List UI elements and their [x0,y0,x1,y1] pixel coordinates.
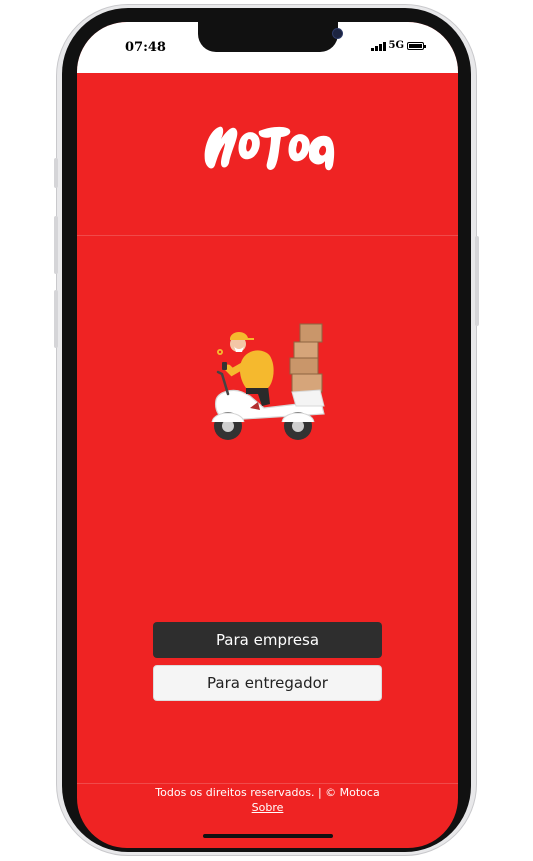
power-button [475,236,479,326]
status-time: 07:48 [125,40,166,55]
status-icons: 5G [370,40,426,51]
volume-up-button [54,216,58,274]
mute-switch [54,158,58,188]
home-indicator[interactable] [203,834,333,838]
network-label: 5G [388,40,405,51]
app-screen: 07:48 5G Para empresa Para entregador To… [77,22,458,848]
footer: Todos os direitos reservados. | © Motoca… [77,783,458,814]
business-button[interactable]: Para empresa [153,622,382,658]
battery-icon [407,42,426,50]
about-link[interactable]: Sobre [252,801,284,814]
app-header [77,73,458,236]
copyright-text: Todos os direitos reservados. | © Motoca [155,786,380,799]
volume-down-button [54,290,58,348]
front-camera [332,28,343,39]
delivery-scooter-illustration [211,323,325,440]
signal-icon [370,41,386,51]
motoca-logo [204,126,335,171]
camera-notch [198,22,343,52]
courier-button[interactable]: Para entregador [153,665,382,701]
